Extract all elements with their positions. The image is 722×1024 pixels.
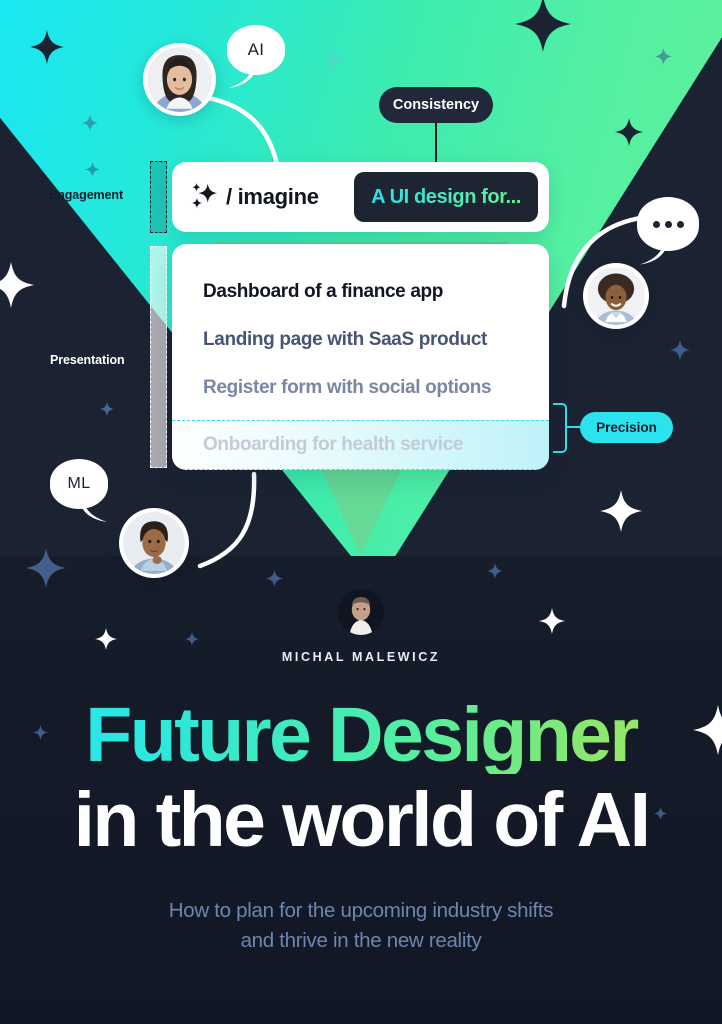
subtitle-line-1: How to plan for the upcoming industry sh…	[168, 899, 554, 922]
speech-bubble-ai: AI	[227, 25, 285, 88]
speech-bubble-ai-label: AI	[247, 40, 265, 59]
precision-bracket-stem	[566, 426, 580, 429]
label-presentation: Presentation	[50, 353, 125, 367]
precision-bracket	[553, 403, 567, 453]
title-line-2: in the world of AI	[73, 777, 651, 863]
avatar-persona-3	[119, 508, 189, 578]
author-avatar	[338, 589, 384, 635]
measure-bar-engagement	[150, 161, 167, 233]
imagine-command-label: / imagine	[226, 184, 319, 209]
book-cover: AI ML Consistency Precision Engagement P…	[0, 0, 722, 1024]
tag-precision[interactable]: Precision	[580, 412, 673, 443]
list-item-highlighted[interactable]: Onboarding for health service	[172, 420, 549, 470]
avatar-persona-2	[583, 263, 649, 329]
tag-consistency-label: Consistency	[392, 97, 480, 113]
subtitle-line-2: and thrive in the new reality	[240, 928, 482, 952]
tag-consistency[interactable]: Consistency	[379, 87, 493, 123]
imagine-command: / imagine	[189, 180, 319, 215]
list-item-label: Dashboard of a finance app	[203, 281, 444, 302]
list-item-label: Landing page with SaaS product	[203, 329, 488, 350]
prompt-query-text: A UI design for...	[371, 185, 521, 208]
typing-dots-icon	[652, 220, 684, 228]
list-item[interactable]: Dashboard of a finance app	[172, 268, 549, 316]
prompt-query-chip[interactable]: A UI design for...	[354, 172, 538, 222]
list-item-label: Register form with social options	[203, 377, 492, 398]
label-engagement: Engagement	[49, 188, 124, 202]
author-name: MICHAL MALEWICZ	[281, 650, 441, 664]
list-item-label: Onboarding for health service	[203, 434, 464, 455]
avatar-persona-1	[143, 43, 216, 116]
prompt-bar[interactable]: / imagine A UI design for...	[172, 162, 549, 232]
suggestions-list: Dashboard of a finance app Landing page …	[172, 244, 549, 470]
consistency-connector-line	[435, 122, 437, 164]
subtitle: How to plan for the upcoming industry sh…	[0, 896, 722, 955]
title-line-1: Future Designer	[0, 697, 722, 774]
speech-bubble-typing	[637, 197, 699, 265]
speech-bubble-ml: ML	[50, 459, 108, 522]
measure-bar-presentation	[150, 246, 167, 468]
tag-precision-label: Precision	[596, 420, 657, 435]
speech-bubble-ml-label: ML	[67, 475, 91, 492]
list-item[interactable]: Register form with social options	[172, 364, 549, 412]
list-item[interactable]: Landing page with SaaS product	[172, 316, 549, 364]
sparkles-icon	[189, 180, 219, 215]
